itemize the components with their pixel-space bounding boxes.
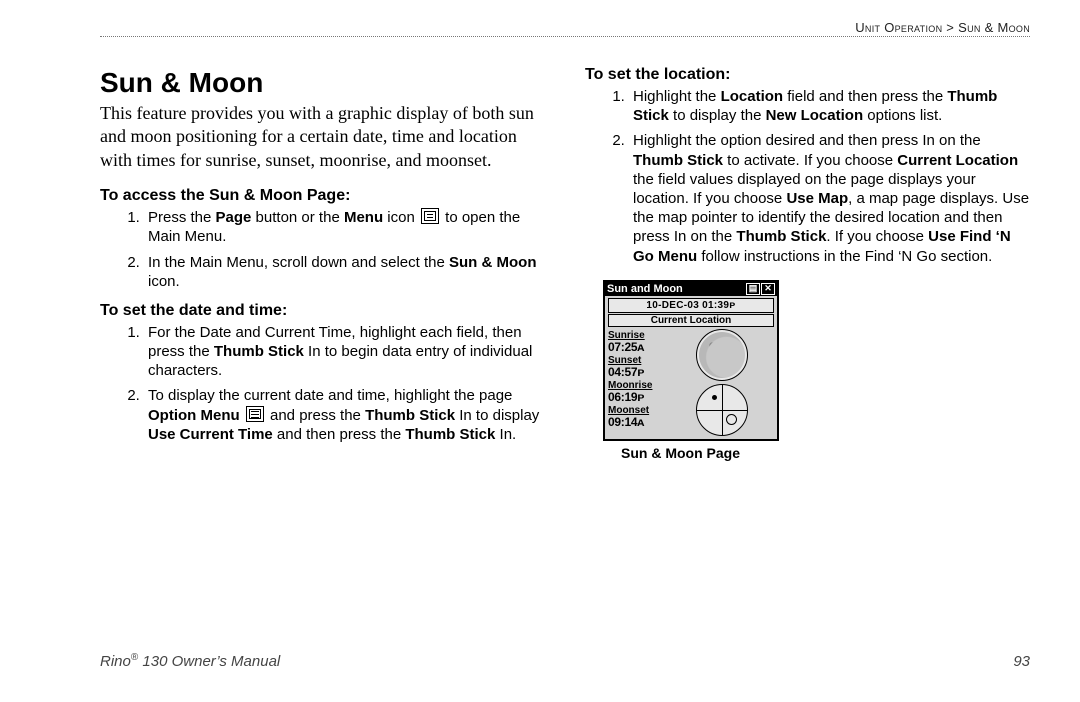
access-subhead: To access the Sun & Moon Page: (100, 186, 545, 206)
bold-location: Location (721, 88, 784, 105)
date-steps: For the Date and Current Time, highlight… (100, 323, 545, 444)
location-subhead: To set the location: (585, 65, 1030, 85)
device-caption: Sun & Moon Page (621, 445, 1030, 463)
left-column: Sun & Moon This feature provides you wit… (100, 55, 545, 632)
text: . If you choose (826, 228, 928, 245)
bold-thumb-stick: Thumb Stick (736, 228, 826, 245)
bold-sun-moon: Sun & Moon (449, 254, 536, 271)
text (240, 407, 244, 424)
access-step-1: Press the Page button or the Menu icon t… (144, 208, 545, 246)
moonset-value: 09:14ᴀ (608, 416, 666, 429)
text: In. (495, 426, 516, 443)
page-number: 93 (1013, 653, 1030, 672)
text: field and then press the (783, 88, 947, 105)
text: and then press the (273, 426, 406, 443)
footer-product: Rino (100, 653, 131, 670)
text: options list. (863, 107, 942, 124)
location-step-1: Highlight the Location field and then pr… (629, 87, 1030, 125)
bold-thumb-stick: Thumb Stick (633, 152, 723, 169)
text: and press the (266, 407, 365, 424)
text: Highlight the option desired and then pr… (633, 132, 981, 149)
menu-icon (421, 208, 439, 224)
bold-use-map: Use Map (786, 190, 848, 207)
text: icon. (148, 273, 180, 290)
text: To display the current date and time, hi… (148, 387, 512, 404)
access-step-2: In the Main Menu, scroll down and select… (144, 253, 545, 291)
text: In to display (455, 407, 539, 424)
bold-menu: Menu (344, 209, 383, 226)
text: button or the (251, 209, 344, 226)
text: In the Main Menu, scroll down and select… (148, 254, 449, 271)
breadcrumb-a: Unit Operation (855, 20, 942, 35)
text: Highlight the (633, 88, 721, 105)
text: to display the (669, 107, 766, 124)
bold-thumb-stick: Thumb Stick (365, 407, 455, 424)
moon-position-dot (712, 395, 717, 400)
breadcrumb-sep: > (942, 20, 958, 35)
location-steps: Highlight the Location field and then pr… (585, 87, 1030, 266)
text: to activate. If you choose (723, 152, 897, 169)
window-menu-icon: ▤ (746, 283, 760, 295)
sun-position-dot (726, 414, 737, 425)
breadcrumb: Unit Operation > Sun & Moon (855, 20, 1030, 36)
location-step-2: Highlight the option desired and then pr… (629, 131, 1030, 265)
access-steps: Press the Page button or the Menu icon t… (100, 208, 545, 291)
text: Press the (148, 209, 216, 226)
device-screenshot: Sun and Moon ▤ ✕ 10-DEC-03 01:39ᴘ Curren… (603, 280, 1030, 463)
date-step-2: To display the current date and time, hi… (144, 386, 545, 444)
date-step-1: For the Date and Current Time, highlight… (144, 323, 545, 381)
close-icon: ✕ (761, 283, 775, 295)
header-rule (100, 36, 1030, 37)
bold-use-current-time: Use Current Time (148, 426, 273, 443)
page-title: Sun & Moon (100, 65, 545, 100)
right-column: To set the location: Highlight the Locat… (585, 55, 1030, 632)
device-location-field: Current Location (608, 314, 774, 327)
text: follow instructions in the Find ‘N Go se… (697, 248, 992, 265)
breadcrumb-b: Sun & Moon (958, 20, 1030, 35)
bold-page: Page (216, 209, 252, 226)
sunset-value: 04:57ᴘ (608, 366, 666, 379)
device-titlebar: Sun and Moon ▤ ✕ (605, 282, 777, 296)
moon-phase-icon (696, 329, 748, 381)
intro-paragraph: This feature provides you with a graphic… (100, 102, 545, 172)
bold-thumb-stick: Thumb Stick (214, 343, 304, 360)
moonrise-value: 06:19ᴘ (608, 391, 666, 404)
device-times-column: Sunrise 07:25ᴀ Sunset 04:57ᴘ Moonrise 06… (608, 329, 666, 436)
footer-manual-title: Rino® 130 Owner’s Manual (100, 652, 280, 672)
bold-current-location: Current Location (897, 152, 1018, 169)
bold-new-location: New Location (766, 107, 864, 124)
device-date-field: 10-DEC-03 01:39ᴘ (608, 298, 774, 313)
date-subhead: To set the date and time: (100, 301, 545, 321)
footer-text: 130 Owner’s Manual (138, 653, 280, 670)
option-menu-icon (246, 406, 264, 422)
sun-position-icon (696, 384, 748, 436)
bold-option-menu: Option Menu (148, 407, 240, 424)
sunrise-value: 07:25ᴀ (608, 341, 666, 354)
bold-thumb-stick: Thumb Stick (405, 426, 495, 443)
text: icon (383, 209, 419, 226)
device-title: Sun and Moon (607, 283, 745, 295)
